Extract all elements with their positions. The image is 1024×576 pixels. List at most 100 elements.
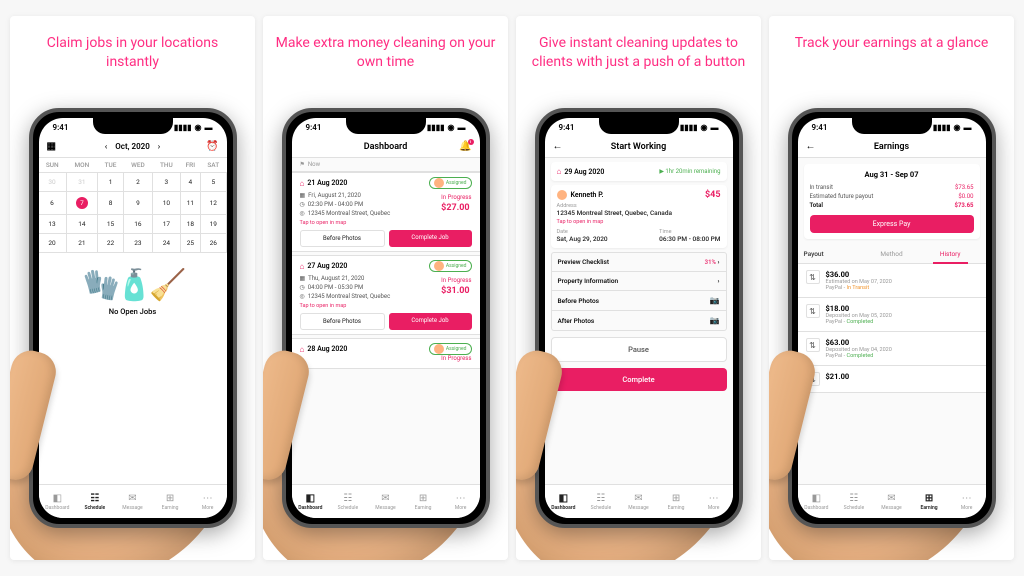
calendar-cell[interactable]: 10 <box>153 192 181 215</box>
job-card[interactable]: ⌂21 Aug 2020Assigned▦Fri, August 21, 202… <box>292 172 480 252</box>
calendar-cell[interactable]: 13 <box>39 215 67 234</box>
pause-button[interactable]: Pause <box>551 337 727 362</box>
row-after-photos[interactable]: After Photos📷 <box>552 311 726 330</box>
tab-history[interactable]: History <box>921 245 980 263</box>
calendar-cell[interactable]: 31 <box>66 173 98 192</box>
address: 12345 Montreal Street, Quebec, Canada <box>557 209 721 217</box>
earnings-summary: Aug 31 - Sep 07 In transit$73.65 Estimat… <box>804 164 980 239</box>
transfer-icon: ⇅ <box>806 304 820 318</box>
headline: Track your earnings at a glance <box>787 28 997 108</box>
tab-more[interactable]: ⋯More <box>442 485 480 518</box>
calendar-cell[interactable]: 21 <box>66 234 98 253</box>
calendar-cell[interactable]: 8 <box>98 192 124 215</box>
prev-month[interactable]: ‹ <box>105 142 107 151</box>
calendar-cell[interactable]: 19 <box>201 215 226 234</box>
open-map-link[interactable]: Tap to open in map <box>300 220 472 226</box>
camera-icon: 📷 <box>710 296 720 305</box>
tab-earning[interactable]: ⊞Earning <box>910 485 948 518</box>
calendar-cell[interactable]: 16 <box>123 215 152 234</box>
calendar-cell[interactable]: 23 <box>123 234 152 253</box>
calendar-cell[interactable]: 3 <box>153 173 181 192</box>
tab-more[interactable]: ⋯More <box>695 485 733 518</box>
open-map-link[interactable]: Tap to open in map <box>300 303 472 309</box>
calendar-cell[interactable]: 9 <box>123 192 152 215</box>
calendar-cell[interactable]: 26 <box>201 234 226 253</box>
signal-icon: ▮▮▮▮ <box>680 123 698 132</box>
more-icon: ⋯ <box>203 493 213 504</box>
calendar-cell[interactable]: 24 <box>153 234 181 253</box>
back-icon[interactable]: ← <box>553 141 563 152</box>
tabbar: ◧Dashboard☷Schedule✉Message⊞Earning⋯More <box>545 484 733 518</box>
calendar-cell[interactable]: 2 <box>123 173 152 192</box>
tab-dashboard[interactable]: ◧Dashboard <box>39 485 77 518</box>
calendar-cell[interactable]: 7 <box>66 192 98 215</box>
job-card[interactable]: ⌂27 Aug 2020Assigned▦Thu, August 21, 202… <box>292 255 480 335</box>
calendar-cell[interactable]: 30 <box>39 173 67 192</box>
open-map-link[interactable]: Tap to open in map <box>557 219 721 225</box>
express-pay-button[interactable]: Express Pay <box>810 215 974 233</box>
tab-schedule[interactable]: ☷Schedule <box>582 485 620 518</box>
earning-icon: ⊞ <box>925 493 933 504</box>
payout-row[interactable]: ⇅$21.00 <box>798 366 986 393</box>
no-jobs-label: No Open Jobs <box>39 307 227 316</box>
tab-message[interactable]: ✉Message <box>114 485 152 518</box>
back-icon[interactable]: ← <box>806 141 816 152</box>
tab-earning[interactable]: ⊞Earning <box>404 485 442 518</box>
tab-earning[interactable]: ⊞Earning <box>151 485 189 518</box>
calendar-cell[interactable]: 11 <box>180 192 200 215</box>
tab-dashboard[interactable]: ◧Dashboard <box>545 485 583 518</box>
complete-button[interactable]: Complete <box>551 368 727 391</box>
calendar-cell[interactable]: 4 <box>180 173 200 192</box>
calendar-cell[interactable]: 25 <box>180 234 200 253</box>
more-icon: ⋯ <box>709 493 719 504</box>
row-before-photos[interactable]: Before Photos📷 <box>552 291 726 311</box>
tabbar: ◧Dashboard☷Schedule✉Message⊞Earning⋯More <box>39 484 227 518</box>
calendar-cell[interactable]: 20 <box>39 234 67 253</box>
tab-message[interactable]: ✉Message <box>873 485 911 518</box>
more-icon: ⋯ <box>456 493 466 504</box>
promo-panel-4: Track your earnings at a glance 9:41 ▮▮▮… <box>769 16 1014 560</box>
notification-icon[interactable]: 🔔1 <box>459 141 471 152</box>
calendar-cell[interactable]: 18 <box>180 215 200 234</box>
calendar-cell[interactable]: 17 <box>153 215 181 234</box>
before-photos-button[interactable]: Before Photos <box>300 230 385 247</box>
tab-message[interactable]: ✉Message <box>620 485 658 518</box>
calendar-cell[interactable]: 22 <box>98 234 124 253</box>
job-card[interactable]: ⌂28 Aug 2020AssignedIn Progress <box>292 338 480 369</box>
payout-row[interactable]: ⇅$63.00Deposited on May 04, 2020PayPal -… <box>798 332 986 366</box>
schedule-icon: ☷ <box>849 493 858 504</box>
calendar-cell[interactable]: 15 <box>98 215 124 234</box>
tab-payout[interactable]: Payout <box>804 245 863 263</box>
before-photos-button[interactable]: Before Photos <box>300 313 385 330</box>
alarm-icon[interactable]: ⏰ <box>206 141 218 152</box>
calendar-cell[interactable]: 12 <box>201 192 226 215</box>
tab-message[interactable]: ✉Message <box>367 485 405 518</box>
complete-job-button[interactable]: Complete Job <box>389 313 472 330</box>
tab-method[interactable]: Method <box>862 245 921 263</box>
complete-job-button[interactable]: Complete Job <box>389 230 472 247</box>
payout-row[interactable]: ⇅$36.00Estimated on May 07, 2020PayPal -… <box>798 264 986 298</box>
calendar-grid[interactable]: SUNMONTUEWEDTHUFRISAT 303112345678910111… <box>39 158 227 253</box>
tab-dashboard[interactable]: ◧Dashboard <box>798 485 836 518</box>
tab-schedule[interactable]: ☷Schedule <box>329 485 367 518</box>
signal-icon: ▮▮▮▮ <box>933 123 951 132</box>
tab-more[interactable]: ⋯More <box>189 485 227 518</box>
row-property[interactable]: Property Information› <box>552 272 726 291</box>
row-checklist[interactable]: Preview Checklist31% › <box>552 253 726 272</box>
tab-schedule[interactable]: ☷Schedule <box>76 485 114 518</box>
calendar-cell[interactable]: 6 <box>39 192 67 215</box>
more-icon: ⋯ <box>962 493 972 504</box>
calendar-icon: ▦ <box>300 191 306 200</box>
calendar-icon[interactable]: ▦ <box>47 141 56 152</box>
status-pill: Assigned <box>429 343 472 355</box>
tab-more[interactable]: ⋯More <box>948 485 986 518</box>
payout-row[interactable]: ⇅$18.00Deposited on May 05, 2020PayPal -… <box>798 298 986 332</box>
tab-earning[interactable]: ⊞Earning <box>657 485 695 518</box>
calendar-cell[interactable]: 14 <box>66 215 98 234</box>
tab-schedule[interactable]: ☷Schedule <box>835 485 873 518</box>
earning-icon: ⊞ <box>672 493 680 504</box>
calendar-cell[interactable]: 1 <box>98 173 124 192</box>
tab-dashboard[interactable]: ◧Dashboard <box>292 485 330 518</box>
next-month[interactable]: › <box>158 142 160 151</box>
calendar-cell[interactable]: 5 <box>201 173 226 192</box>
